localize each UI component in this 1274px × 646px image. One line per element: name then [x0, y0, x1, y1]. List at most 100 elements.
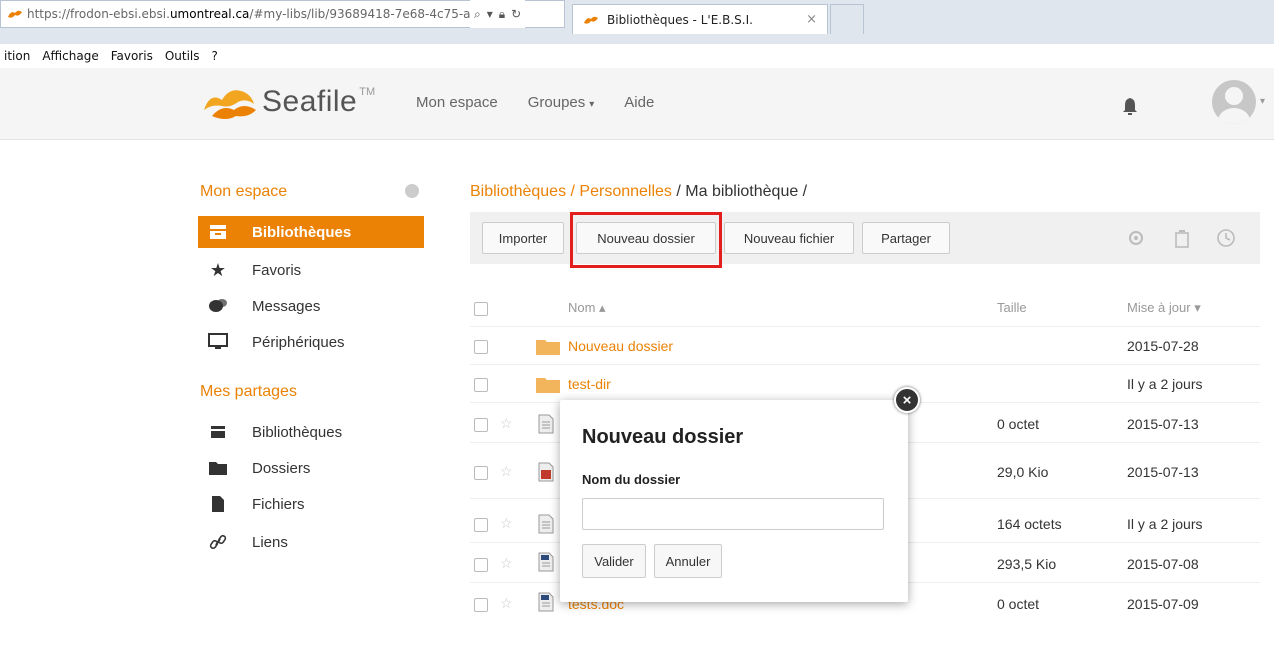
nav-aide[interactable]: Aide — [624, 94, 654, 111]
row-checkbox[interactable] — [474, 558, 488, 572]
menu-bar: ition Affichage Favoris Outils ? — [0, 44, 1274, 68]
sidebar-item-label: Périphériques — [252, 333, 345, 351]
site-favicon — [8, 10, 22, 18]
text-file-icon — [538, 414, 554, 434]
nav-groupes[interactable]: Groupes ▾ — [528, 94, 595, 111]
import-button[interactable]: Importer — [482, 222, 564, 254]
sidebar-item-label: Liens — [252, 533, 288, 551]
search-icon[interactable]: ⌕ — [474, 7, 481, 22]
folder-icon — [536, 340, 560, 355]
star-icon[interactable]: ☆ — [500, 463, 513, 480]
seafile-logo-icon — [204, 90, 256, 119]
file-name-link[interactable]: test-dir — [568, 376, 611, 392]
refresh-icon[interactable]: ↻ — [511, 7, 521, 21]
browser-chrome: https://frodon-ebsi.ebsi. umontreal.ca/#m… — [0, 0, 1274, 44]
url-prefix: https:// — [27, 7, 71, 21]
browser-tab[interactable]: Bibliothèques - L'E.B.S.I. × — [572, 4, 828, 34]
file-date: 2015-07-08 — [1127, 556, 1199, 572]
menu-affichage[interactable]: Affichage — [42, 49, 98, 63]
url-domain: umontreal.ca — [169, 7, 250, 21]
column-header-size: Taille — [997, 300, 1027, 315]
highlight-annotation-box — [570, 212, 722, 268]
row-checkbox[interactable] — [474, 518, 488, 532]
row-divider — [470, 326, 1260, 327]
settings-gear-icon[interactable] — [1126, 228, 1146, 248]
file-name-link[interactable]: Nouveau dossier — [568, 338, 673, 354]
sidebar-item-label: Bibliothèques — [252, 423, 343, 441]
tab-favicon — [584, 16, 598, 24]
sidebar-item-label: Bibliothèques — [252, 223, 352, 241]
avatar-chevron-icon[interactable]: ▾ — [1260, 96, 1265, 107]
sidebar-item-liens[interactable]: Liens — [198, 526, 424, 558]
folder-icon — [536, 378, 560, 393]
messages-icon — [208, 297, 228, 315]
logo-trademark: TM — [359, 86, 376, 98]
sidebar-item-label: Dossiers — [252, 459, 311, 477]
star-icon[interactable]: ☆ — [500, 595, 513, 612]
close-icon[interactable]: × — [894, 387, 920, 413]
row-checkbox[interactable] — [474, 466, 488, 480]
menu-edition[interactable]: ition — [4, 49, 30, 63]
breadcrumb-personnelles[interactable]: Personnelles — [579, 183, 672, 200]
new-folder-dialog: Nouveau dossier Nom du dossier Valider A… — [560, 400, 908, 602]
breadcrumb: Bibliothèques / Personnelles / Ma biblio… — [470, 183, 807, 201]
file-date: Il y a 2 jours — [1127, 376, 1203, 392]
nav-mon-espace[interactable]: Mon espace — [416, 94, 498, 111]
submit-button[interactable]: Valider — [582, 544, 646, 578]
sidebar-item-bibliotheques[interactable]: Bibliothèques — [198, 216, 424, 248]
history-clock-icon[interactable] — [1216, 228, 1236, 248]
lock-icon[interactable]: 🔒︎ — [499, 7, 505, 22]
breadcrumb-bibliotheques[interactable]: Bibliothèques — [470, 183, 566, 200]
row-checkbox[interactable] — [474, 598, 488, 612]
folder-name-label: Nom du dossier — [582, 472, 681, 487]
logo-text: Seafile — [262, 85, 358, 118]
avatar[interactable] — [1212, 80, 1256, 124]
sidebar-item-label: Fichiers — [252, 495, 305, 513]
sidebar-heading-mes-partages: Mes partages — [200, 383, 297, 400]
bell-icon[interactable] — [1122, 96, 1138, 116]
new-tab-button[interactable] — [830, 4, 864, 34]
sidebar-item-fichiers[interactable]: Fichiers — [198, 488, 424, 520]
star-icon[interactable]: ☆ — [500, 555, 513, 572]
star-icon[interactable]: ☆ — [500, 515, 513, 532]
row-checkbox[interactable] — [474, 418, 488, 432]
page: Seafile TM Mon espace Groupes ▾ Aide ▾ Mo… — [0, 68, 1274, 646]
column-header-date[interactable]: Mise à jour ▾ — [1127, 300, 1201, 316]
row-checkbox[interactable] — [474, 340, 488, 354]
doc-file-icon — [538, 592, 554, 612]
row-checkbox[interactable] — [474, 378, 488, 392]
top-nav: Mon espace Groupes ▾ Aide — [416, 94, 654, 111]
dialog-title: Nouveau dossier — [582, 426, 744, 448]
star-icon[interactable]: ☆ — [500, 415, 513, 432]
folder-icon — [208, 459, 228, 477]
library-icon — [208, 423, 228, 441]
menu-favoris[interactable]: Favoris — [111, 49, 153, 63]
tab-close-icon[interactable]: × — [806, 12, 817, 27]
dropdown-icon[interactable]: ▾ — [487, 7, 493, 21]
select-all-checkbox[interactable] — [474, 302, 488, 316]
avatar-head-shape — [1225, 87, 1243, 105]
new-file-button[interactable]: Nouveau fichier — [724, 222, 854, 254]
column-header-name[interactable]: Nom ▴ — [568, 300, 606, 316]
menu-help[interactable]: ? — [212, 49, 218, 63]
sidebar-item-favoris[interactable]: ★ Favoris — [198, 254, 424, 286]
sidebar-item-label: Favoris — [252, 261, 302, 279]
url-path: /#my-libs/lib/93689418-7e68-4c75-a45 — [249, 7, 486, 21]
file-size: 0 octet — [997, 416, 1040, 432]
link-icon — [208, 533, 228, 551]
sidebar-item-dossiers[interactable]: Dossiers — [198, 452, 424, 484]
folder-name-input[interactable] — [582, 498, 884, 530]
menu-outils[interactable]: Outils — [165, 49, 200, 63]
star-icon: ★ — [209, 259, 227, 280]
sidebar-heading-mon-espace: Mon espace — [200, 183, 288, 200]
sidebar-item-peripheriques[interactable]: Périphériques — [198, 326, 424, 358]
sidebar-item-partages-bibliotheques[interactable]: Bibliothèques — [198, 416, 424, 448]
file-date: Il y a 2 jours — [1127, 516, 1203, 532]
share-button[interactable]: Partager — [862, 222, 950, 254]
doc-file-icon — [538, 552, 554, 572]
trash-icon[interactable] — [1172, 228, 1192, 248]
cancel-button[interactable]: Annuler — [654, 544, 722, 578]
gear-icon[interactable] — [405, 184, 419, 198]
seafile-logo[interactable]: Seafile TM — [200, 82, 375, 122]
sidebar-item-messages[interactable]: Messages — [198, 290, 424, 322]
